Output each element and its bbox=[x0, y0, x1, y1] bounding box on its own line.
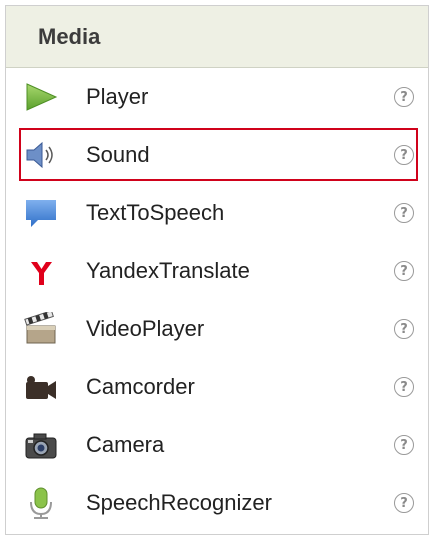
component-list: Player ? Sound ? TextToSpeech ? YandexTr… bbox=[6, 68, 428, 532]
list-item-texttospeech[interactable]: TextToSpeech ? bbox=[6, 184, 428, 242]
item-label: TextToSpeech bbox=[86, 200, 225, 225]
item-label: YandexTranslate bbox=[86, 258, 250, 283]
item-label: SpeechRecognizer bbox=[86, 490, 272, 515]
help-icon[interactable]: ? bbox=[394, 493, 414, 513]
item-label: VideoPlayer bbox=[86, 316, 205, 341]
list-item-speechrecognizer[interactable]: SpeechRecognizer ? bbox=[6, 474, 428, 532]
item-label: Camera bbox=[86, 432, 165, 457]
item-label: Sound bbox=[86, 142, 150, 167]
list-item-yandextranslate[interactable]: YandexTranslate ? bbox=[6, 242, 428, 300]
help-icon[interactable]: ? bbox=[394, 319, 414, 339]
help-icon[interactable]: ? bbox=[394, 145, 414, 165]
speaker-icon bbox=[24, 138, 58, 172]
help-icon[interactable]: ? bbox=[394, 203, 414, 223]
list-item-sound[interactable]: Sound ? bbox=[6, 126, 428, 184]
camera-icon bbox=[24, 428, 58, 462]
camcorder-icon bbox=[24, 370, 58, 404]
play-triangle-icon bbox=[24, 80, 58, 114]
help-icon[interactable]: ? bbox=[394, 435, 414, 455]
microphone-icon bbox=[24, 486, 58, 520]
list-item-camera[interactable]: Camera ? bbox=[6, 416, 428, 474]
media-palette-panel: Media Player ? Sound ? TextToSpeech ? Ya… bbox=[5, 5, 429, 535]
speech-bubble-icon bbox=[24, 196, 58, 230]
clapperboard-icon bbox=[24, 312, 58, 346]
item-label: Camcorder bbox=[86, 374, 195, 399]
help-icon[interactable]: ? bbox=[394, 87, 414, 107]
item-label: Player bbox=[86, 84, 149, 109]
list-item-camcorder[interactable]: Camcorder ? bbox=[6, 358, 428, 416]
help-icon[interactable]: ? bbox=[394, 377, 414, 397]
panel-header[interactable]: Media bbox=[6, 6, 428, 68]
panel-title: Media bbox=[38, 23, 101, 49]
list-item-videoplayer[interactable]: VideoPlayer ? bbox=[6, 300, 428, 358]
yandex-logo-icon bbox=[24, 254, 58, 288]
help-icon[interactable]: ? bbox=[394, 261, 414, 281]
list-item-player[interactable]: Player ? bbox=[6, 68, 428, 126]
